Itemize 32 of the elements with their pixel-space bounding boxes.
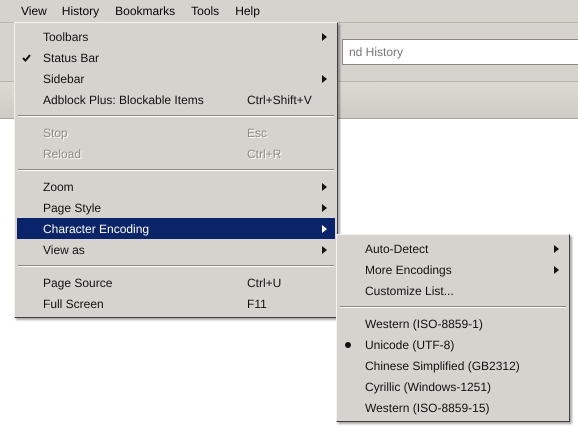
- menu-item[interactable]: Character Encoding: [17, 218, 335, 239]
- submenu-arrow-icon: [554, 266, 559, 274]
- submenu-arrow-icon: [322, 224, 327, 232]
- menu-title[interactable]: View: [15, 2, 53, 20]
- submenu-arrow-icon: [322, 32, 327, 40]
- menu-item[interactable]: More Encodings: [339, 259, 567, 280]
- menu-title[interactable]: Bookmarks: [108, 1, 182, 21]
- menu-item[interactable]: Auto-Detect: [339, 238, 567, 259]
- menu-item[interactable]: Chinese Simplified (GB2312): [339, 355, 567, 376]
- menu-item[interactable]: Customize List...: [339, 280, 567, 301]
- search-field[interactable]: nd History: [342, 39, 578, 65]
- submenu-arrow-icon: [322, 182, 327, 190]
- menu-title[interactable]: History: [54, 1, 106, 21]
- menu-title[interactable]: Help: [228, 1, 267, 21]
- submenu-arrow-icon: [322, 246, 327, 254]
- menu-item[interactable]: View as: [17, 239, 335, 260]
- menu-item[interactable]: Cyrillic (Windows-1251): [339, 376, 567, 397]
- menu-title[interactable]: Tools: [184, 1, 226, 21]
- submenu-arrow-icon: [554, 244, 559, 252]
- submenu-arrow-icon: [322, 74, 327, 82]
- menu-item[interactable]: Western (ISO-8859-1): [339, 313, 567, 334]
- menu-item[interactable]: Sidebar: [17, 68, 335, 89]
- menu-item[interactable]: Full Screen F11: [17, 293, 335, 314]
- menu-item[interactable]: Western (ISO-8859-15): [339, 397, 567, 418]
- menu-item[interactable]: Toolbars: [17, 26, 335, 47]
- menu-item[interactable]: Page Style: [17, 197, 335, 218]
- menu-item[interactable]: Zoom: [17, 176, 335, 197]
- menu-item[interactable]: Page Source Ctrl+U: [17, 272, 335, 293]
- menu-item[interactable]: Status Bar: [17, 47, 335, 68]
- submenu-arrow-icon: [322, 204, 327, 212]
- menu-item[interactable]: Unicode (UTF-8): [339, 334, 567, 355]
- menu-item[interactable]: Adblock Plus: Blockable Items Ctrl+Shift+V: [17, 89, 335, 110]
